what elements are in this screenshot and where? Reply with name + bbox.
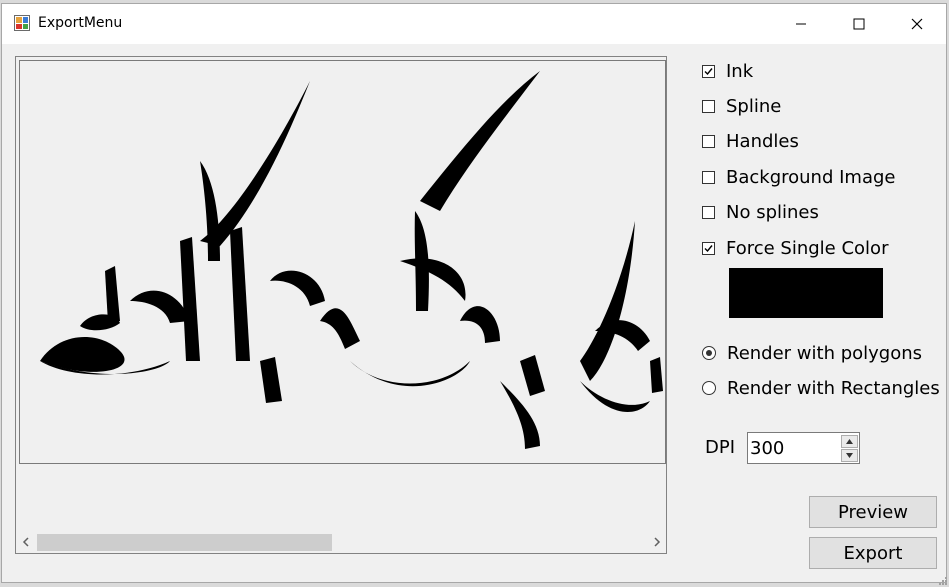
chevron-up-icon bbox=[846, 439, 853, 444]
preview-canvas[interactable] bbox=[19, 60, 666, 464]
scrollbar-thumb[interactable] bbox=[37, 534, 332, 551]
render-rectangles-label: Render with Rectangles bbox=[727, 377, 940, 399]
render-polygons-label: Render with polygons bbox=[727, 342, 923, 364]
color-swatch[interactable] bbox=[729, 268, 883, 318]
ink-label: Ink bbox=[726, 60, 754, 82]
ink-checkbox[interactable]: Ink bbox=[702, 60, 753, 82]
background-image-checkbox[interactable]: Background Image bbox=[702, 166, 895, 188]
radio-button[interactable] bbox=[702, 346, 716, 360]
dpi-input[interactable] bbox=[750, 436, 836, 460]
checkmark-icon bbox=[704, 244, 713, 252]
export-button[interactable]: Export bbox=[809, 537, 937, 569]
dpi-decrement-button[interactable] bbox=[841, 449, 858, 462]
checkbox-box[interactable] bbox=[702, 99, 715, 113]
minimize-button[interactable] bbox=[772, 4, 830, 44]
checkmark-icon bbox=[704, 67, 713, 75]
dpi-spinner[interactable] bbox=[747, 432, 860, 464]
render-rectangles-radio[interactable]: Render with Rectangles bbox=[702, 377, 940, 399]
preview-button[interactable]: Preview bbox=[809, 496, 937, 528]
minimize-icon bbox=[796, 23, 806, 25]
maximize-button[interactable] bbox=[830, 4, 888, 44]
render-polygons-radio[interactable]: Render with polygons bbox=[702, 342, 922, 364]
resize-grip-icon[interactable] bbox=[937, 575, 947, 585]
scroll-right-button[interactable] bbox=[648, 532, 666, 552]
app-form-icon bbox=[14, 15, 30, 31]
force-single-color-checkbox[interactable]: Force Single Color bbox=[702, 237, 888, 259]
background-image-label: Background Image bbox=[726, 166, 896, 188]
no-splines-checkbox[interactable]: No splines bbox=[702, 201, 819, 223]
horizontal-scrollbar[interactable] bbox=[17, 532, 666, 552]
checkbox-box[interactable] bbox=[702, 134, 715, 148]
close-icon bbox=[911, 18, 923, 30]
radio-selected-dot bbox=[706, 350, 712, 356]
dpi-label: DPI bbox=[705, 437, 736, 458]
checkbox-box[interactable] bbox=[702, 170, 715, 184]
chevron-down-icon bbox=[846, 453, 853, 458]
force-single-color-label: Force Single Color bbox=[726, 237, 889, 259]
preview-panel[interactable] bbox=[15, 56, 667, 554]
spline-label: Spline bbox=[726, 95, 782, 117]
handles-checkbox[interactable]: Handles bbox=[702, 130, 799, 152]
maximize-icon bbox=[853, 18, 865, 30]
dpi-increment-button[interactable] bbox=[841, 435, 858, 448]
window-title: ExportMenu bbox=[38, 15, 123, 31]
checkbox-box[interactable] bbox=[702, 241, 715, 255]
calligraphy-ink-image bbox=[40, 71, 663, 449]
spline-checkbox[interactable]: Spline bbox=[702, 95, 781, 117]
no-splines-label: No splines bbox=[726, 201, 819, 223]
chevron-right-icon bbox=[654, 537, 661, 547]
handles-label: Handles bbox=[726, 130, 799, 152]
close-button[interactable] bbox=[888, 4, 946, 44]
checkbox-box[interactable] bbox=[702, 205, 715, 219]
checkbox-box[interactable] bbox=[702, 64, 715, 78]
scroll-left-button[interactable] bbox=[17, 532, 35, 552]
radio-button[interactable] bbox=[702, 381, 716, 395]
chevron-left-icon bbox=[22, 537, 29, 547]
title-bar: ExportMenu bbox=[2, 4, 946, 44]
